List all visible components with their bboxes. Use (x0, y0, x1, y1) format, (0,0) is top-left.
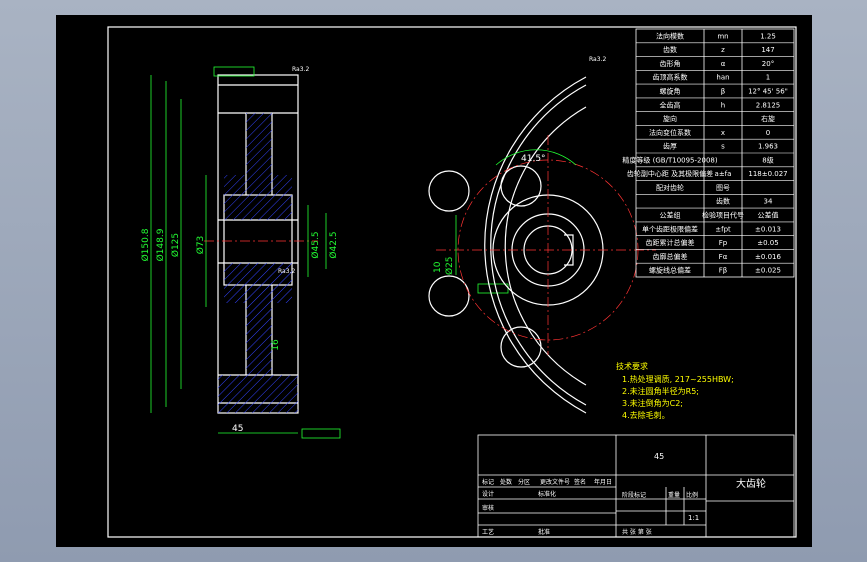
dim-hole: Ø25 (444, 256, 455, 275)
row-label-sign: 签名 (574, 478, 586, 486)
approve-label: 批准 (538, 528, 550, 536)
dim-d125: Ø125 (170, 233, 181, 257)
params-cell-name: 单个齿距极限偏差 (642, 224, 698, 233)
params-cell-sym: s (721, 143, 725, 151)
drawing-viewport: Ø150.8 Ø148.9 Ø125 Ø73 Ø45.5 Ø42.5 16 45… (56, 15, 812, 547)
params-cell-sym: 齿数 (716, 197, 730, 206)
params-cell-sym: 检验项目代号 (702, 211, 744, 220)
scale-value: 1:1 (688, 514, 699, 522)
dim-d42: Ø42.5 (328, 231, 339, 258)
params-cell-name: 螺旋角 (660, 87, 681, 96)
params-cell-name: 法向模数 (656, 31, 684, 40)
params-cell-val: 12° 45' 56" (748, 88, 788, 96)
sheet-border (107, 26, 797, 538)
params-cell-name: 齿数 (663, 45, 677, 54)
params-cell-val: 20° (762, 60, 774, 68)
row-label-date: 年月日 (594, 478, 612, 486)
rough-top: Ra3.2 (292, 66, 309, 73)
drawing-canvas: Ø150.8 Ø148.9 Ø125 Ø73 Ø45.5 Ø42.5 16 45… (107, 26, 797, 538)
params-cell-name: 螺旋线总偏差 (649, 266, 691, 275)
params-cell-sym: 图号 (716, 184, 730, 192)
params-cell-val: 0 (766, 129, 770, 137)
title-block-text: 大齿轮 45 比例 1:1 重量 阶段标记 标记 处数 分区 更改文件号 签名 … (482, 452, 766, 536)
params-cell-val: 2.8125 (756, 101, 781, 109)
params-cell-val: 1.25 (760, 32, 776, 40)
section-hatch (218, 113, 298, 413)
row-label-mark: 标记 (482, 478, 494, 486)
params-cell-val: ±0.025 (755, 267, 781, 275)
params-cell-sym: Fp (719, 239, 728, 247)
params-cell-val: 1 (766, 74, 770, 82)
params-cell-sym: a±fa (715, 170, 732, 178)
front-view (428, 76, 604, 414)
params-cell-sym: β (721, 88, 725, 96)
params-cell-sym: ±fpt (715, 225, 731, 233)
check-label: 审核 (482, 504, 494, 512)
params-cell-name: 法向变位系数 (649, 128, 691, 137)
params-cell-name: 公差组 (660, 211, 681, 220)
params-cell-sym: h (721, 101, 725, 109)
standard-label: 标准化 (538, 490, 556, 498)
dim-web: 16 (271, 339, 281, 351)
front-view-labels: 41.5° Ø25 10 (433, 154, 546, 275)
dim-d45: Ø45.5 (310, 231, 321, 258)
params-cell-val: 8级 (762, 155, 773, 164)
params-cell-name: 旋向 (663, 114, 677, 123)
params-cell-val: 右旋 (761, 114, 775, 123)
params-cell-sym: Fβ (719, 267, 728, 275)
params-cell-sym: z (721, 46, 725, 54)
params-cell-sym: han (716, 74, 729, 82)
dim-od2: Ø148.9 (155, 228, 166, 261)
params-cell-sym: x (721, 129, 725, 137)
params-cell-sym: mn (717, 32, 728, 40)
params-cell-sym: Fα (719, 253, 728, 261)
params-cell-name: 精度等级 (GB/T10095-2008) (622, 155, 717, 164)
row-label-zone: 分区 (518, 478, 530, 486)
part-name: 大齿轮 (736, 477, 766, 490)
front-view-centerlines (436, 135, 656, 355)
note-1: 1.热处理调质, 217~255HBW; (622, 374, 734, 384)
dim-d73: Ø73 (195, 236, 206, 255)
params-cell-name: 配对齿轮 (656, 183, 684, 192)
rough-hub: Ra3.2 (278, 268, 295, 275)
params-cell-val: 147 (761, 46, 774, 54)
designer-label: 设计 (482, 490, 494, 498)
params-cell-name: 齿顶高系数 (653, 73, 688, 82)
note-3: 3.未注倒角为C2; (622, 398, 683, 408)
params-cell-name: 齿廓总偏差 (653, 252, 688, 261)
rough-general: Ra3.2 (589, 56, 606, 63)
row-label-count: 处数 (500, 478, 512, 486)
dim-od: Ø150.8 (140, 228, 151, 261)
scale-label: 比例 (686, 491, 698, 499)
row-label-docno: 更改文件号 (540, 478, 570, 486)
params-rows: 法向模数 mn 1.25 齿数 z 147 齿形角 α 20° 齿顶高系数 han 1 螺旋角 β 12° … (622, 31, 794, 275)
front-view-dimensions (455, 149, 577, 275)
params-cell-sym: α (721, 60, 726, 68)
params-cell-name: 全齿高 (660, 100, 681, 109)
stage-label: 阶段标记 (622, 491, 646, 499)
note-2: 2.未注圆角半径为R5; (622, 386, 699, 396)
dim-angle: 41.5° (521, 154, 546, 164)
params-cell-name: 齿厚 (663, 143, 677, 151)
notes-title: 技术要求 (616, 361, 648, 371)
params-cell-val: ±0.016 (755, 253, 781, 261)
dim-width: 45 (232, 424, 243, 434)
tech-notes: 技术要求 1.热处理调质, 217~255HBW; 2.未注圆角半径为R5; 3… (616, 361, 734, 420)
params-cell-name: 齿轮副中心距 及其极限偏差 (627, 169, 713, 178)
params-cell-val: ±0.013 (755, 225, 781, 233)
material: 45 (654, 452, 664, 461)
params-cell-val: 118±0.027 (748, 170, 787, 178)
dim-keyway: 10 (433, 261, 443, 273)
params-cell-name: 齿距累计总偏差 (646, 238, 695, 247)
process-label: 工艺 (482, 528, 494, 536)
params-cell-val: 公差值 (758, 211, 779, 220)
weight-label: 重量 (668, 491, 680, 499)
params-cell-val: ±0.05 (757, 239, 778, 247)
params-cell-name: 齿形角 (660, 59, 681, 68)
note-4: 4.去除毛刺。 (622, 410, 670, 420)
section-dimension-labels: Ø150.8 Ø148.9 Ø125 Ø73 Ø45.5 Ø42.5 16 45… (140, 56, 606, 434)
sheet-label: 共 张 第 张 (622, 528, 652, 536)
params-cell-val: 1.963 (758, 143, 778, 151)
params-cell-val: 34 (764, 198, 773, 206)
